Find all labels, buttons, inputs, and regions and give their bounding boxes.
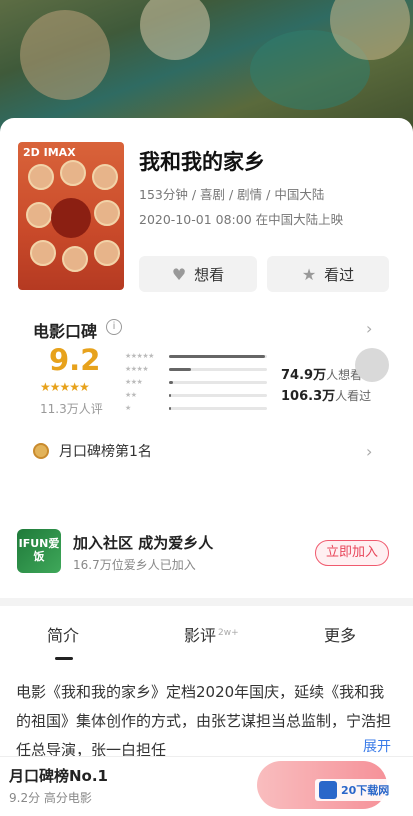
poster-face <box>92 164 118 190</box>
distribution-bar <box>169 354 267 358</box>
rating-score: 9.2 <box>49 343 101 377</box>
distribution-bar-fill <box>169 354 266 358</box>
distribution-bar <box>169 367 267 371</box>
tab-more[interactable]: 更多 <box>324 622 356 646</box>
want-to-watch-button[interactable]: ♥ 想看 <box>139 256 257 292</box>
seen-count: 106.3万 <box>281 389 336 404</box>
poster-face <box>94 200 120 226</box>
poster-face <box>30 240 56 266</box>
rank-text: 月口碑榜第1名 <box>59 444 152 460</box>
bottom-bar: 月口碑榜No.1 9.2分 高分电影 20下载网 <box>0 756 413 816</box>
bottom-title: 月口碑榜No.1 <box>9 767 108 785</box>
distribution-stars: ★★★★ <box>125 365 149 373</box>
rating-distribution-row: ★ <box>125 403 267 413</box>
rank-row[interactable]: 月口碑榜第1名 <box>33 441 152 461</box>
watermark-text: 20下载网 <box>341 784 390 797</box>
tab-label: 影评 <box>184 626 217 645</box>
want-count: 74.9万 <box>281 368 327 383</box>
rating-section-title[interactable]: 电影口碑 <box>33 318 97 342</box>
rating-distribution-row: ★★★★★ <box>125 351 267 361</box>
heart-icon: ♥ <box>171 264 187 284</box>
poster-face <box>26 202 52 228</box>
chevron-right-icon[interactable]: › <box>366 442 372 461</box>
seen-label: 看过 <box>324 265 355 284</box>
tab-badge: 2w+ <box>218 627 239 638</box>
distribution-bar-fill <box>169 367 191 371</box>
distribution-bar <box>169 393 267 397</box>
tab-indicator <box>55 657 73 660</box>
distribution-bar-fill <box>169 380 173 384</box>
watermark-logo-icon <box>319 781 337 799</box>
expand-link[interactable]: 展开 <box>359 736 391 756</box>
distribution-stars: ★★★ <box>125 378 143 386</box>
rating-distribution-row: ★★ <box>125 390 267 400</box>
distribution-stars: ★★ <box>125 391 137 399</box>
watermark: 20下载网 <box>315 779 394 801</box>
bottom-subtitle: 9.2分 高分电影 <box>9 791 92 805</box>
movie-poster[interactable]: 2D IMAX <box>18 142 124 290</box>
want-stat: 74.9万人想看 <box>281 364 362 383</box>
tab-label: 更多 <box>324 626 357 645</box>
poster-format-tag: 2D IMAX <box>23 146 76 159</box>
tab-reviews[interactable]: 影评 2w+ <box>184 622 239 646</box>
rating-distribution-row: ★★★ <box>125 377 267 387</box>
distribution-bar-fill <box>169 406 171 410</box>
join-community-button[interactable]: 立即加入 <box>315 540 389 566</box>
star-icon: ★ <box>301 264 317 284</box>
poster-title-art <box>51 198 91 238</box>
poster-face <box>60 160 86 186</box>
distribution-bar <box>169 380 267 384</box>
content-tabs: 简介 影评 2w+ 更多 <box>0 606 413 664</box>
community-title: 加入社区 成为爱乡人 <box>73 534 214 552</box>
rating-stars: ★★★★★ <box>40 380 90 394</box>
tab-intro[interactable]: 简介 <box>47 622 79 646</box>
distribution-bar <box>169 406 267 410</box>
rating-count: 11.3万人评 <box>40 402 103 416</box>
info-icon[interactable]: i <box>106 319 122 335</box>
poster-face <box>94 240 120 266</box>
medal-icon <box>33 443 49 459</box>
tab-label: 简介 <box>47 626 80 645</box>
want-label: 想看 <box>194 265 225 284</box>
seen-stat: 106.3万人看过 <box>281 385 371 404</box>
distribution-bar-fill <box>169 393 171 397</box>
rating-distribution-row: ★★★★ <box>125 364 267 374</box>
release-date: 2020-10-01 08:00 在中国大陆上映 <box>139 212 344 227</box>
stat-toggle-handle[interactable] <box>355 348 389 382</box>
distribution-stars: ★ <box>125 404 131 412</box>
poster-face <box>28 164 54 190</box>
distribution-stars: ★★★★★ <box>125 352 154 360</box>
description-text: 电影《我和我的家乡》定档2020年国庆，延续《我和我的祖国》集体创作的方式，由张… <box>0 664 413 756</box>
movie-title: 我和我的家乡 <box>139 150 265 174</box>
community-logo: IFUN爱饭 <box>17 529 61 573</box>
seen-suffix: 人看过 <box>335 389 372 403</box>
watched-button[interactable]: ★ 看过 <box>267 256 389 292</box>
chevron-right-icon[interactable]: › <box>366 319 372 338</box>
poster-face <box>62 246 88 272</box>
community-card[interactable]: IFUN爱饭 加入社区 成为爱乡人 16.7万位爱乡人已加入 立即加入 <box>0 512 413 596</box>
community-subtitle: 16.7万位爱乡人已加入 <box>73 558 196 572</box>
movie-meta: 153分钟 / 喜剧 / 剧情 / 中国大陆 <box>139 187 325 202</box>
